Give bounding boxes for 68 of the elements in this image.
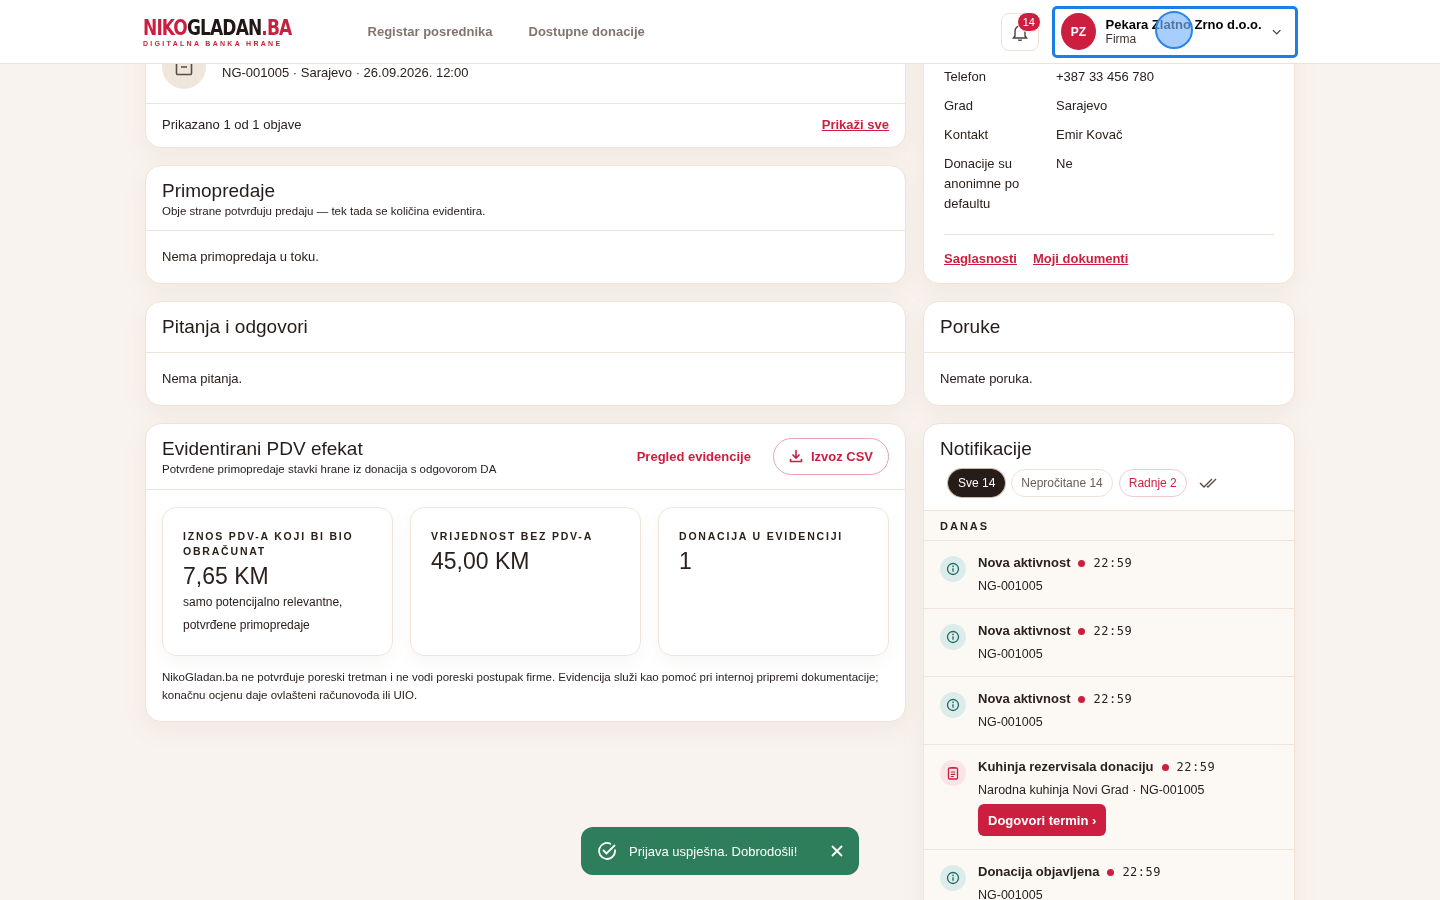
- stat-value: 45,00 KM: [431, 547, 531, 576]
- filter-chip[interactable]: Nepročitane 14: [1011, 469, 1113, 497]
- notification-item[interactable]: Nova aktivnost 22:59 NG-001005: [924, 677, 1294, 745]
- logo-wordmark[interactable]: NIKOGLADAN.BA: [143, 15, 292, 40]
- notification-detail: Narodna kuhinja Novi Grad · NG-001005: [978, 782, 1206, 799]
- stat-note: samo potencijalno relevantne, potvrđene primopredaje: [183, 594, 344, 634]
- card-subtitle: Potvrđene primopredaje stavki hrane iz donacija s odgovorom DA: [162, 463, 498, 475]
- card-title: Poruke: [940, 315, 1002, 339]
- review-link[interactable]: Pregled evidencije: [636, 448, 751, 464]
- stat-value: 1: [679, 547, 693, 576]
- field-value: +387 33 456 780: [1056, 68, 1155, 86]
- profile-link[interactable]: Saglasnosti: [944, 251, 1017, 266]
- card-title: Primopredaje: [162, 179, 276, 203]
- empty-message: Nemate poruka.: [924, 352, 1294, 405]
- notification-title: Nova aktivnost: [978, 690, 1071, 708]
- section-label: DANAS: [924, 511, 1294, 541]
- field-label: Grad: [944, 97, 974, 115]
- notification-detail: NG-001005: [978, 714, 1044, 731]
- listing-meta: NG-001005 · Sarajevo · 26.09.2026. 12:00: [222, 64, 469, 82]
- user-role: Firma: [1105, 32, 1137, 46]
- nav-link[interactable]: Dostupne donacije: [528, 24, 645, 39]
- notification-time: 22:59: [1093, 623, 1133, 640]
- notification-title: Nova aktivnost: [978, 554, 1071, 572]
- nav-link[interactable]: Registar posrednika: [367, 24, 493, 39]
- toast-message: Prijava uspješna. Dobrodošli!: [629, 843, 799, 859]
- notification-time: 22:59: [1122, 864, 1161, 881]
- card-title: Evidentirani PDV efekat: [162, 437, 364, 461]
- notification-title: Kuhinja rezervisala donaciju: [978, 758, 1154, 776]
- count-badge: 14: [1016, 11, 1041, 32]
- stat-label: VRIJEDNOST BEZ PDV-A: [431, 529, 595, 544]
- empty-message: Nema primopredaja u toku.: [146, 230, 905, 283]
- filter-chip[interactable]: Sve 14: [948, 469, 1006, 497]
- field-label: Telefon: [944, 68, 987, 86]
- notification-title: Donacija objavljena: [978, 863, 1100, 881]
- stat-label: DONACIJA U EVIDENCIJI: [679, 529, 844, 544]
- field-value: Sarajevo: [1056, 97, 1109, 115]
- show-all-link[interactable]: Prikaži sve: [821, 117, 889, 132]
- notification-detail: NG-001005: [978, 646, 1044, 663]
- action-button[interactable]: Dogovori termin ›: [978, 804, 1107, 836]
- notification-item[interactable]: Nova aktivnost 22:59 NG-001005: [924, 541, 1294, 609]
- filter-chip[interactable]: Radnje 2: [1118, 469, 1187, 497]
- card-subtitle: Obje strane potvrđuju predaju — tek tada se količina evidentira.: [162, 205, 487, 217]
- notification-item[interactable]: Donacija objavljena 22:59 NG-001005: [924, 850, 1294, 900]
- notification-item[interactable]: Nova aktivnost 22:59 NG-001005: [924, 609, 1294, 677]
- notification-title: Nova aktivnost: [978, 622, 1071, 640]
- notification-item[interactable]: Kuhinja rezervisala donaciju 22:59 Narodna kuhinja Novi Grad · NG-001005 Dogovori termin ›: [924, 745, 1294, 850]
- result-count: Prikazano 1 od 1 objave: [162, 117, 302, 132]
- field-label: Donacije su anonimne po defaultu: [944, 155, 1021, 213]
- disclaimer-text: NikoGladan.ba ne potvrđuje poreski tretman i ne vodi poreski postupak firme. Evidencija služi kao pomoć pri internoj pripremi dokumentacije; konačnu ocjenu daje ovlašteni računovođa ili UIO.: [161, 670, 880, 703]
- profile-link[interactable]: Moji dokumenti: [1032, 251, 1129, 266]
- notification-detail: NG-001005: [978, 887, 1044, 900]
- card-title: Pitanja i odgovori: [162, 315, 309, 339]
- notification-time: 22:59: [1093, 555, 1133, 572]
- stat-label: IZNOS PDV-A KOJI BI BIO OBRAČUNAT: [183, 529, 355, 559]
- user-name: Pekara Zlatno Zrno d.o.o.: [1105, 17, 1262, 32]
- card-title: Notifikacije: [940, 437, 1033, 461]
- stat-value: 7,65 KM: [183, 562, 270, 591]
- notification-detail: NG-001005: [978, 578, 1044, 595]
- notification-time: 22:59: [1176, 759, 1216, 776]
- field-label: Kontakt: [944, 126, 990, 144]
- field-value: Emir Kovač: [1056, 126, 1124, 144]
- export-button[interactable]: Izvoz CSV: [772, 437, 889, 475]
- avatar: PZ: [1061, 13, 1096, 50]
- notification-time: 22:59: [1093, 691, 1133, 708]
- empty-message: Nema pitanja.: [146, 352, 905, 405]
- user-menu[interactable]: PZ Pekara Zlatno Zrno d.o.o. Firma: [1052, 5, 1298, 58]
- notifications-button[interactable]: 14: [1001, 12, 1039, 51]
- field-value: Ne: [1056, 155, 1074, 173]
